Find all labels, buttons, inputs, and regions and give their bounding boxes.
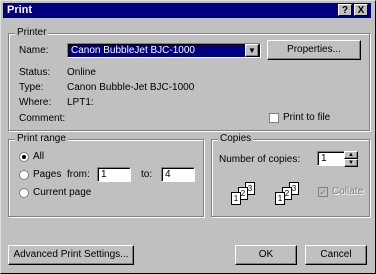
print-to-file-checkbox[interactable]	[269, 113, 279, 123]
print-range-pages-radio[interactable]	[19, 170, 29, 180]
help-icon: ?	[341, 5, 349, 16]
copies-spin-down[interactable]: ▼	[344, 159, 358, 167]
advanced-print-settings-button[interactable]: Advanced Print Settings...	[8, 245, 134, 265]
cancel-button[interactable]: Cancel	[305, 245, 367, 265]
print-range-pages-label: Pages	[33, 169, 62, 180]
ok-button[interactable]: OK	[235, 245, 297, 265]
copies-group-label: Copies	[218, 133, 254, 144]
spin-down-icon: ▼	[348, 160, 354, 166]
collate-page-1b-label: 1	[277, 194, 283, 203]
type-label: Type:	[19, 82, 44, 93]
collate-label: Collate	[332, 186, 364, 197]
properties-button-label: Properties...	[287, 44, 341, 55]
collate-page-3-label: 3	[247, 184, 253, 193]
print-range-all-label: All	[33, 151, 45, 162]
window-title: Print	[7, 4, 33, 16]
collate-page-1: 1	[231, 192, 241, 205]
type-value: Canon Bubble-Jet BJC-1000	[67, 82, 195, 93]
close-button[interactable]: X	[354, 4, 368, 16]
properties-button[interactable]: Properties...	[267, 40, 361, 60]
name-label: Name:	[19, 45, 49, 56]
comment-label: Comment:	[19, 113, 66, 124]
copies-spin-up[interactable]: ▲	[344, 151, 358, 159]
print-to-file-label: Print to file	[283, 112, 331, 123]
ok-button-label: OK	[258, 249, 274, 260]
collate-page-2b-label: 2	[284, 189, 290, 198]
print-range-all-radio[interactable]	[19, 152, 29, 162]
title-bar: Print ? X	[3, 3, 371, 18]
print-range-current-page-radio[interactable]	[19, 188, 29, 198]
printer-group-label: Printer	[15, 27, 49, 38]
chevron-down-icon: ▼	[248, 46, 256, 55]
print-range-group-label: Print range	[15, 133, 68, 144]
number-of-copies-label: Number of copies:	[219, 154, 301, 165]
advanced-button-label: Advanced Print Settings...	[13, 249, 129, 260]
where-value: LPT1:	[67, 97, 94, 108]
print-dialog: Print ? X Printer Name: Canon BubbleJet …	[0, 0, 376, 274]
copies-value: 1	[321, 153, 327, 164]
collate-page-2-label: 2	[240, 189, 246, 198]
printer-name-select[interactable]: Canon BubbleJet BJC-1000	[67, 43, 261, 58]
copies-input[interactable]: 1	[317, 151, 345, 166]
to-input[interactable]: 4	[161, 167, 195, 182]
status-value: Online	[67, 67, 96, 78]
printer-name-value: Canon BubbleJet BJC-1000	[71, 45, 195, 56]
spin-up-icon: ▲	[348, 152, 354, 158]
where-label: Where:	[19, 97, 52, 108]
status-label: Status:	[19, 67, 51, 78]
close-icon: X	[357, 5, 365, 16]
print-range-current-page-label: Current page	[33, 187, 92, 198]
collate-page-1-label: 1	[233, 194, 239, 203]
from-value: 1	[101, 169, 107, 180]
to-value: 4	[165, 169, 171, 180]
collate-checkbox[interactable]: ✓	[318, 187, 328, 197]
to-label: to:	[141, 169, 153, 180]
collate-page-3b-label: 3	[291, 184, 297, 193]
printer-dropdown-button[interactable]: ▼	[245, 44, 259, 57]
help-button[interactable]: ?	[338, 4, 352, 16]
from-input[interactable]: 1	[97, 167, 131, 182]
cancel-button-label: Cancel	[320, 249, 352, 260]
from-label: from:	[67, 169, 90, 180]
collate-page-1b: 1	[275, 192, 285, 205]
